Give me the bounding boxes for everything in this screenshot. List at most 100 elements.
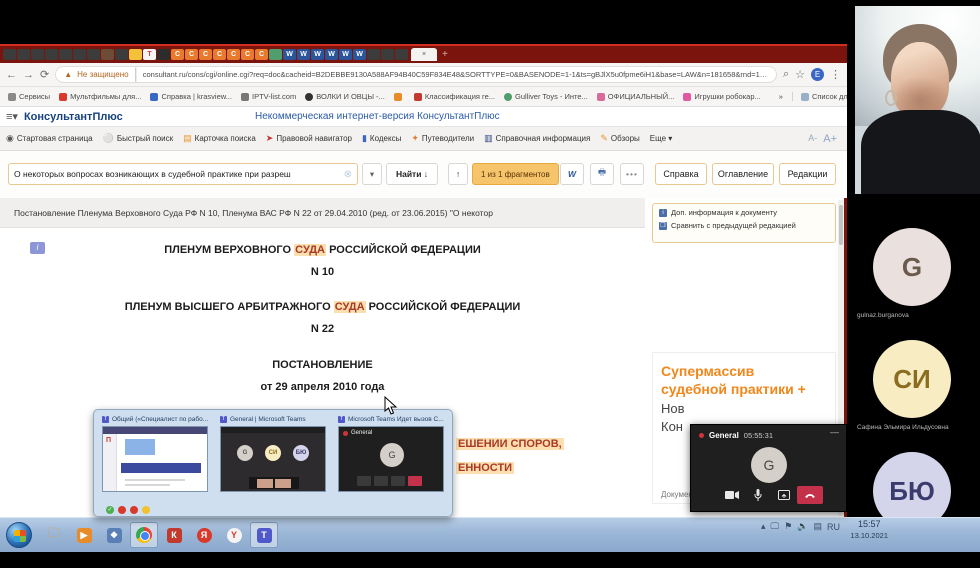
browser-tab-favicon[interactable] xyxy=(129,49,142,60)
browser-tab-favicon[interactable]: W xyxy=(311,49,324,60)
hamburger-menu-icon[interactable]: ≡▾ xyxy=(6,110,18,123)
browser-tab-favicon[interactable]: C xyxy=(171,49,184,60)
search-box[interactable]: ⊗ xyxy=(8,163,358,185)
browser-tab-favicon[interactable]: C xyxy=(227,49,240,60)
toolbar-more[interactable]: Еще ▾ xyxy=(650,134,673,143)
preview-thumbnail-chat[interactable]: П xyxy=(102,426,208,492)
toolbar-search-card[interactable]: ▤Карточка поиска xyxy=(183,133,256,144)
tab-close-icon[interactable]: × xyxy=(422,51,426,58)
editions-tab-button[interactable]: Редакции xyxy=(779,163,836,185)
back-icon[interactable]: ← xyxy=(6,69,17,81)
help-tab-button[interactable]: Справка xyxy=(655,163,707,185)
toolbar-codes[interactable]: ▮Кодексы xyxy=(362,133,401,144)
bookmark-item[interactable]: ОФИЦИАЛЬНЫЙ... xyxy=(597,92,675,101)
bookmark-item[interactable]: ВОЛКИ И ОВЦЫ -... xyxy=(305,92,385,101)
search-input[interactable] xyxy=(14,169,344,179)
forward-icon[interactable]: → xyxy=(23,69,34,81)
browser-tab-favicon[interactable]: C xyxy=(255,49,268,60)
bookmark-item[interactable]: Мультфильмы для... xyxy=(59,92,141,101)
clear-search-icon[interactable]: ⊗ xyxy=(344,169,352,180)
toolbar-reviews[interactable]: ✎Обзоры xyxy=(600,133,639,144)
language-indicator[interactable]: RU xyxy=(827,522,840,532)
bookmark-services[interactable]: Сервисы xyxy=(8,92,50,101)
webcam-video[interactable] xyxy=(855,6,980,194)
more-actions-button[interactable]: ••• xyxy=(620,163,644,185)
teams-window-preview-2[interactable]: TGeneral | Microsoft Teams G СИ БЮ xyxy=(220,416,330,492)
mic-button[interactable] xyxy=(745,486,771,504)
bookmark-item[interactable]: Gulliver Toys - Инте... xyxy=(504,92,588,101)
find-button[interactable]: Найти ↓ xyxy=(386,163,438,185)
participant-avatar[interactable]: G xyxy=(873,228,951,306)
bookmark-item[interactable]: Игрушки робокар... xyxy=(683,92,760,101)
hangup-button[interactable] xyxy=(797,486,823,504)
preview-thumbnail-call[interactable]: General G xyxy=(338,426,444,492)
preview-thumbnail-meeting[interactable]: G СИ БЮ xyxy=(220,426,326,492)
new-tab-button[interactable]: + xyxy=(442,49,448,60)
taskbar-red-app[interactable]: К xyxy=(160,522,188,548)
browser-tab-favicon[interactable]: W xyxy=(283,49,296,60)
bookmark-star-icon[interactable]: ☆ xyxy=(795,68,805,81)
font-bigger-button[interactable]: А+ xyxy=(823,133,837,145)
browser-tab-favicon[interactable] xyxy=(269,49,282,60)
active-tab[interactable]: × xyxy=(411,48,437,61)
browser-tab-favicon[interactable] xyxy=(3,49,16,60)
tray-expand-icon[interactable]: ▴ xyxy=(761,521,766,532)
toolbar-reference-info[interactable]: ▥Справочная информация xyxy=(484,133,590,144)
browser-tab-favicon[interactable]: W xyxy=(353,49,366,60)
bookmark-item[interactable]: Справка | krasview... xyxy=(150,92,232,101)
taskbar-explorer[interactable]: 🗀 xyxy=(40,522,68,548)
browser-tab-favicon[interactable]: W xyxy=(297,49,310,60)
find-previous-button[interactable]: ↑ xyxy=(448,163,468,185)
taskbar-clock[interactable]: 15:57 13.10.2021 xyxy=(850,519,888,540)
address-bar[interactable]: ▲ Не защищено | consultant.ru/cons/cgi/o… xyxy=(55,66,777,83)
search-dropdown-button[interactable]: ▾ xyxy=(362,163,382,185)
bookmarks-overflow-chevron[interactable]: » xyxy=(779,92,783,101)
browser-tab-favicon[interactable] xyxy=(17,49,30,60)
browser-tab-favicon[interactable]: W xyxy=(339,49,352,60)
participant-avatar[interactable]: СИ xyxy=(873,340,951,418)
browser-tab-favicon[interactable] xyxy=(87,49,100,60)
taskbar-media-player[interactable]: ▶ xyxy=(70,522,98,548)
browser-tab-favicon[interactable] xyxy=(367,49,380,60)
bookmark-item[interactable] xyxy=(394,93,405,101)
browser-tab-favicon[interactable]: C xyxy=(213,49,226,60)
taskbar-chrome[interactable] xyxy=(130,522,158,548)
browser-tab-favicon[interactable] xyxy=(395,49,408,60)
bookmark-item[interactable]: Классификация ге... xyxy=(414,92,495,101)
start-button[interactable] xyxy=(6,522,32,548)
browser-tab-favicon[interactable]: T xyxy=(143,49,156,60)
export-word-button[interactable]: W xyxy=(560,163,584,185)
taskbar-yandex[interactable]: Y xyxy=(220,522,248,548)
toolbar-legal-navigator[interactable]: ➤Правовой навигатор xyxy=(266,133,352,144)
tray-volume-icon[interactable]: 🔈 xyxy=(797,521,808,532)
browser-tab-favicon[interactable] xyxy=(45,49,58,60)
tray-flag-icon[interactable]: ⚑ xyxy=(784,521,792,532)
toolbar-quick-search[interactable]: ⚪Быстрый поиск xyxy=(103,133,174,144)
print-button[interactable]: 🖶 xyxy=(590,163,614,185)
reading-list-button[interactable]: Список для чтения xyxy=(792,92,847,101)
tray-network-icon[interactable]: 🖵 xyxy=(771,521,780,532)
camera-button[interactable] xyxy=(719,486,745,504)
browser-tab-favicon[interactable] xyxy=(73,49,86,60)
browser-menu-icon[interactable]: ⋮ xyxy=(830,68,841,81)
scrollbar-thumb[interactable] xyxy=(839,205,843,245)
browser-tab-favicon[interactable]: C xyxy=(199,49,212,60)
teams-window-preview-3[interactable]: TMicrosoft Teams Идет вызов C... General… xyxy=(338,416,448,492)
toolbar-start-page[interactable]: ◉Стартовая страница xyxy=(6,133,93,144)
taskbar-photo-app[interactable]: ❖ xyxy=(100,522,128,548)
toolbar-guides[interactable]: ✦Путеводители xyxy=(411,133,474,144)
browser-tab-favicon[interactable] xyxy=(115,49,128,60)
font-smaller-button[interactable]: А- xyxy=(808,133,817,145)
share-screen-button[interactable] xyxy=(771,486,797,504)
compare-edition-link[interactable]: ❐Сравнить с предыдущей редакцией xyxy=(659,221,829,230)
browser-tab-favicon[interactable] xyxy=(157,49,170,60)
tray-app-icon[interactable]: ▤ xyxy=(813,521,822,532)
profile-avatar[interactable]: Е xyxy=(811,68,824,81)
browser-tab-favicon[interactable] xyxy=(31,49,44,60)
teams-mini-call-window[interactable]: General 05:55:31 — G xyxy=(690,424,847,512)
taskbar-yandex-browser[interactable]: Я xyxy=(190,522,218,548)
contents-tab-button[interactable]: Оглавление xyxy=(712,163,774,185)
browser-tab-favicon[interactable]: C xyxy=(185,49,198,60)
zoom-icon[interactable]: ⌕ xyxy=(783,68,789,81)
browser-tab-favicon[interactable] xyxy=(59,49,72,60)
